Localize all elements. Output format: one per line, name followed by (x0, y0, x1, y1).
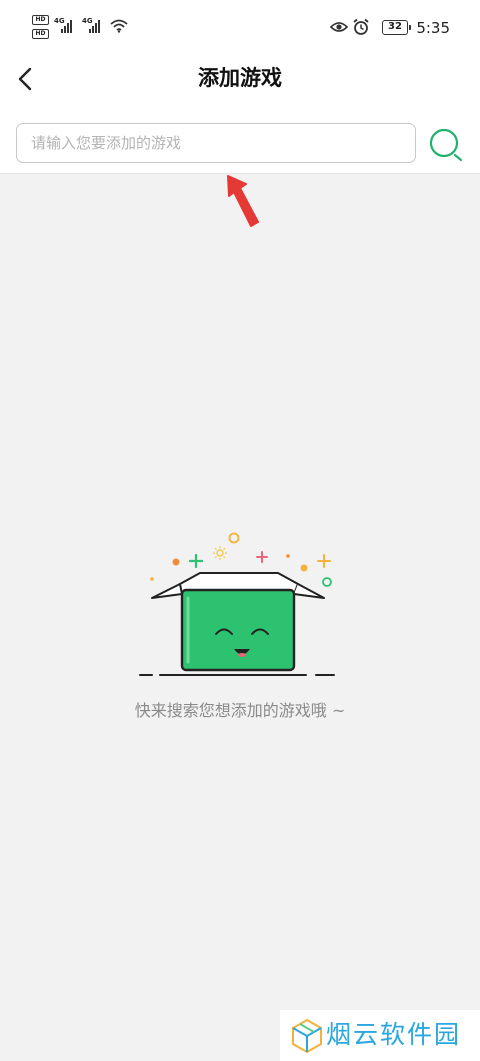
clock: 5:35 (416, 19, 450, 37)
header: 添加游戏 (0, 56, 480, 102)
screen: HD HD 4G 4G 32 5:35 添加游戏 请输入您要添加的游戏 快来搜索… (0, 0, 480, 1061)
wifi-icon (110, 19, 128, 33)
hd-badge-sim2: HD (32, 29, 49, 39)
annotation-arrow (227, 175, 259, 227)
watermark: 烟云软件园 (280, 1010, 480, 1061)
battery-icon: 32 (382, 20, 411, 35)
empty-state-message: 快来搜索您想添加的游戏哦 ~ (134, 701, 346, 720)
status-bar: HD HD 4G 4G 32 5:35 (0, 0, 480, 56)
empty-box-illustration (139, 532, 335, 676)
sim-badges: HD HD (32, 15, 54, 43)
cube-logo-icon (292, 1018, 322, 1054)
search-row (0, 102, 480, 174)
search-icon (429, 128, 463, 162)
search-button[interactable] (426, 124, 466, 164)
watermark-text: 烟云软件园 (326, 1020, 462, 1049)
hd-badge-sim1: HD (32, 15, 49, 25)
alarm-icon (353, 18, 369, 35)
page-title: 添加游戏 (198, 66, 282, 90)
eye-icon (330, 22, 348, 32)
search-input[interactable] (16, 123, 416, 163)
